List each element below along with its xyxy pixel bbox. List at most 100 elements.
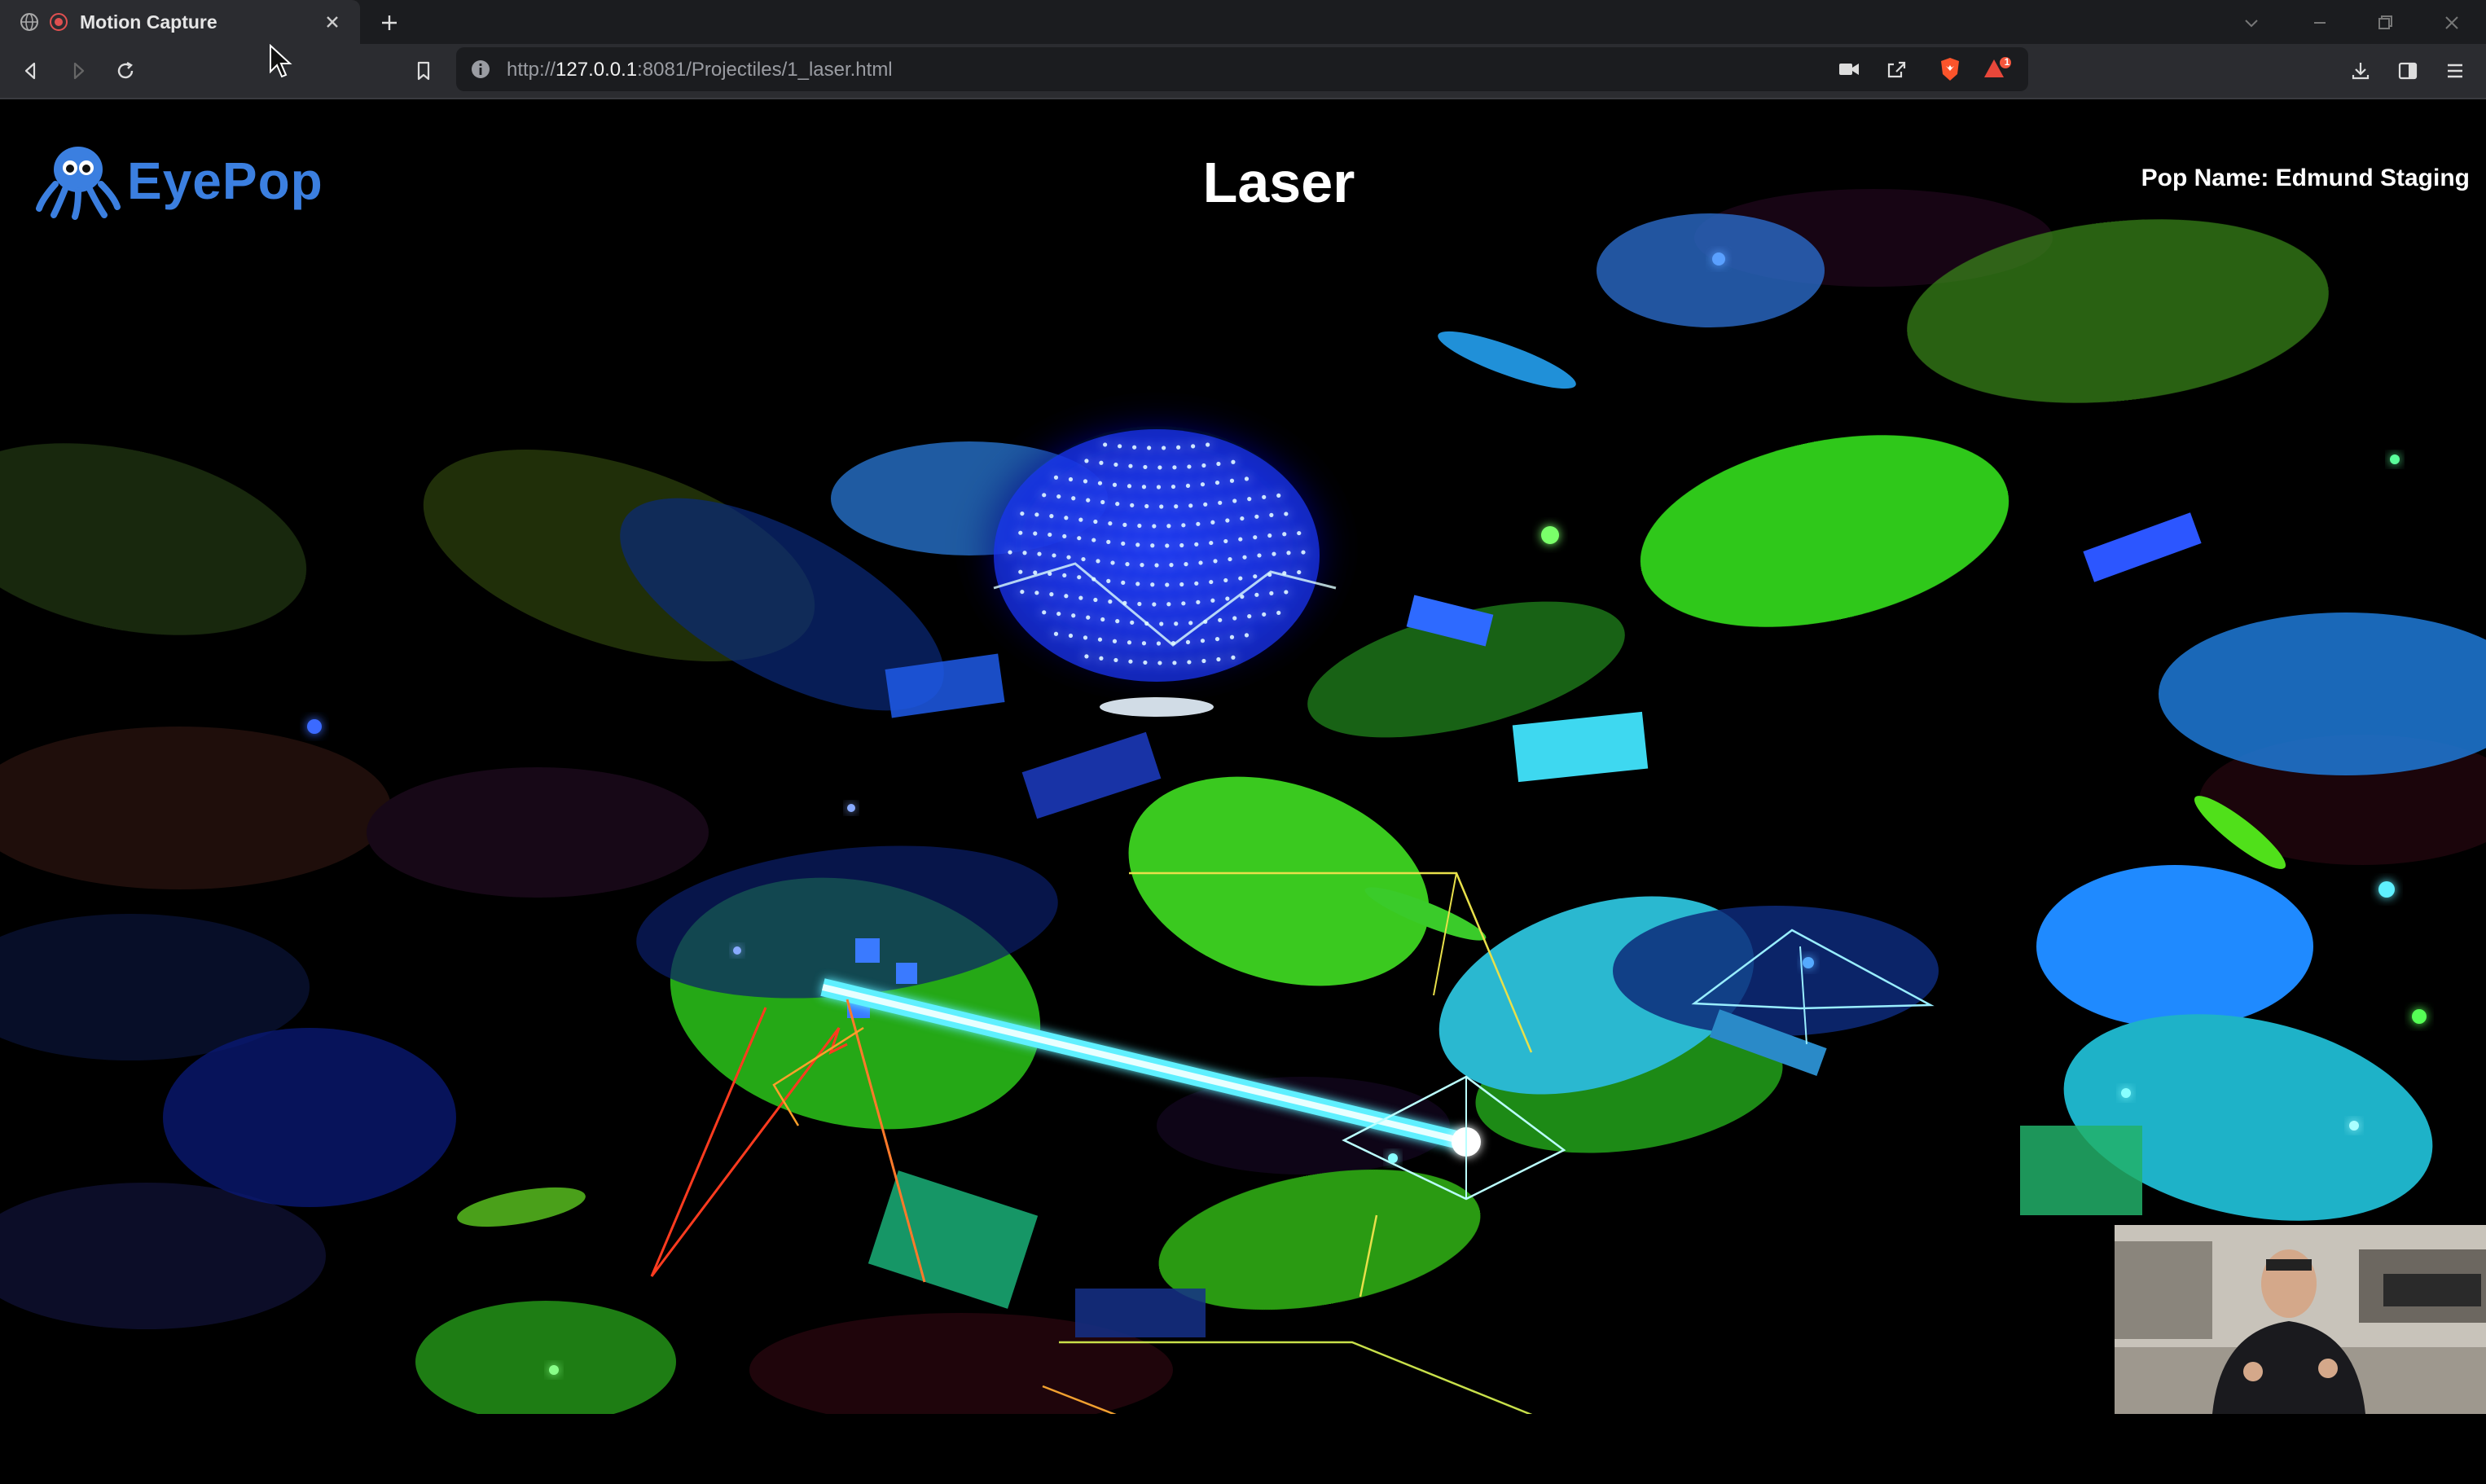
face-mesh-point (1056, 494, 1061, 499)
face-mesh-point (1112, 482, 1118, 487)
face-mesh-point (1108, 599, 1113, 604)
face-mesh-point (1037, 551, 1042, 556)
close-tab-button[interactable] (316, 6, 349, 38)
sidebar-button[interactable] (2392, 55, 2424, 87)
face-mesh-point (1196, 521, 1201, 526)
face-mesh-point (1194, 581, 1199, 586)
face-mesh-point (1127, 640, 1132, 645)
face-mesh-point (1284, 590, 1289, 595)
face-mesh-point (1247, 497, 1252, 502)
brave-shields-button[interactable] (1935, 55, 1965, 84)
back-button[interactable] (15, 55, 47, 87)
face-mesh-point (1247, 614, 1252, 619)
tab-search-button[interactable] (2235, 7, 2268, 39)
reload-button[interactable] (109, 55, 142, 87)
restore-button[interactable] (2369, 7, 2401, 39)
face-mesh-point (1159, 504, 1164, 509)
face-mesh-point (1150, 582, 1155, 587)
face-mesh-point (1034, 591, 1039, 595)
face-mesh-point (1188, 621, 1193, 626)
brave-rewards-button[interactable]: 1 (1983, 55, 2012, 84)
face-mesh-point (1100, 617, 1105, 622)
close-window-button[interactable] (2435, 7, 2468, 39)
face-mesh-point (1154, 563, 1159, 568)
face-mesh-point (1181, 601, 1186, 606)
face-mesh-point (1201, 658, 1206, 664)
info-icon[interactable] (469, 58, 492, 81)
face-mesh-point (1128, 463, 1133, 468)
new-tab-button[interactable] (373, 7, 406, 39)
face-mesh-point (1229, 634, 1235, 639)
face-mesh-point (1083, 635, 1088, 640)
notification-badge: 1 (2004, 56, 2010, 68)
face-mesh-point (1240, 516, 1245, 521)
camera-button[interactable] (1834, 55, 1864, 84)
face-mesh-point (1106, 578, 1111, 583)
face-mesh-point (1128, 659, 1133, 664)
face-mesh-point (1062, 533, 1067, 539)
url-scheme: http:// (507, 59, 556, 81)
face-mesh-point (1297, 569, 1302, 575)
face-mesh-point (1210, 520, 1215, 525)
brave-shield-icon (1941, 58, 1959, 81)
face-mesh-point (1231, 655, 1236, 660)
face-mesh-point (1130, 620, 1135, 625)
green-discs (415, 219, 2329, 1414)
face-mesh-point (1216, 656, 1221, 662)
minimize-button[interactable] (2304, 7, 2336, 39)
face-mesh-point (1077, 536, 1082, 541)
face-mesh-point (1179, 582, 1184, 587)
face-mesh-point (1022, 551, 1027, 555)
face-mesh-point (1042, 610, 1047, 615)
browser-tab[interactable]: Motion Capture (0, 0, 360, 44)
downloads-button[interactable] (2344, 55, 2377, 87)
face-mesh-point (1077, 575, 1082, 580)
face-mesh-point (1118, 444, 1122, 449)
face-mesh-point (1020, 511, 1025, 516)
face-mesh-point (1115, 619, 1120, 624)
logo-text: EyePop (127, 151, 323, 210)
face-mesh-point (1187, 660, 1192, 665)
face-mesh-point (1301, 550, 1306, 555)
face-mesh-point (1156, 641, 1162, 646)
face-mesh-point (1042, 493, 1047, 498)
share-button[interactable] (1882, 55, 1911, 84)
face-mesh-point (1286, 551, 1291, 555)
laser-scene-canvas[interactable] (0, 99, 2486, 1414)
camera-icon (1839, 64, 1859, 75)
face-mesh-point (1020, 589, 1025, 595)
face-mesh-point (1125, 562, 1130, 567)
face-mesh-point (1103, 442, 1108, 447)
close-icon (2445, 16, 2458, 29)
face-mesh-point (1174, 621, 1179, 626)
eyepop-logo[interactable]: EyePop (36, 142, 323, 220)
url-text[interactable]: http://127.0.0.1:8081/Projectiles/1_lase… (507, 59, 893, 81)
face-mesh-point (1187, 464, 1192, 469)
face-mesh-point (1244, 633, 1250, 638)
face-mesh-point (1096, 559, 1100, 564)
face-mesh-point (1238, 537, 1243, 542)
face-mesh-point (1053, 631, 1059, 636)
face-mesh-point (1150, 543, 1155, 548)
face-mesh-point (1179, 542, 1184, 548)
pop-name-label: Pop Name: Edmund Staging (2141, 165, 2470, 191)
url-path: :8081/Projectiles/1_laser.html (637, 59, 893, 81)
cursor-icon (270, 44, 292, 78)
bookmark-button[interactable] (407, 55, 440, 87)
face-mesh-point (1253, 574, 1258, 579)
face-mesh-point (1135, 542, 1140, 547)
address-bar[interactable]: http://127.0.0.1:8081/Projectiles/1_lase… (456, 47, 2028, 91)
page-title: Laser (1202, 151, 1355, 214)
reload-icon (117, 61, 134, 79)
close-icon (327, 16, 338, 28)
face-mesh-point (1084, 654, 1089, 659)
menu-button[interactable] (2439, 55, 2471, 87)
plus-icon (382, 15, 397, 30)
face-mesh-point (1223, 577, 1228, 583)
forward-button[interactable] (62, 55, 94, 87)
face-mesh-point (1254, 592, 1259, 597)
face-mesh-point (1242, 555, 1247, 560)
face-mesh-point (1137, 523, 1142, 529)
face-mesh-point (1162, 446, 1166, 450)
face-mesh-point (1269, 591, 1274, 595)
